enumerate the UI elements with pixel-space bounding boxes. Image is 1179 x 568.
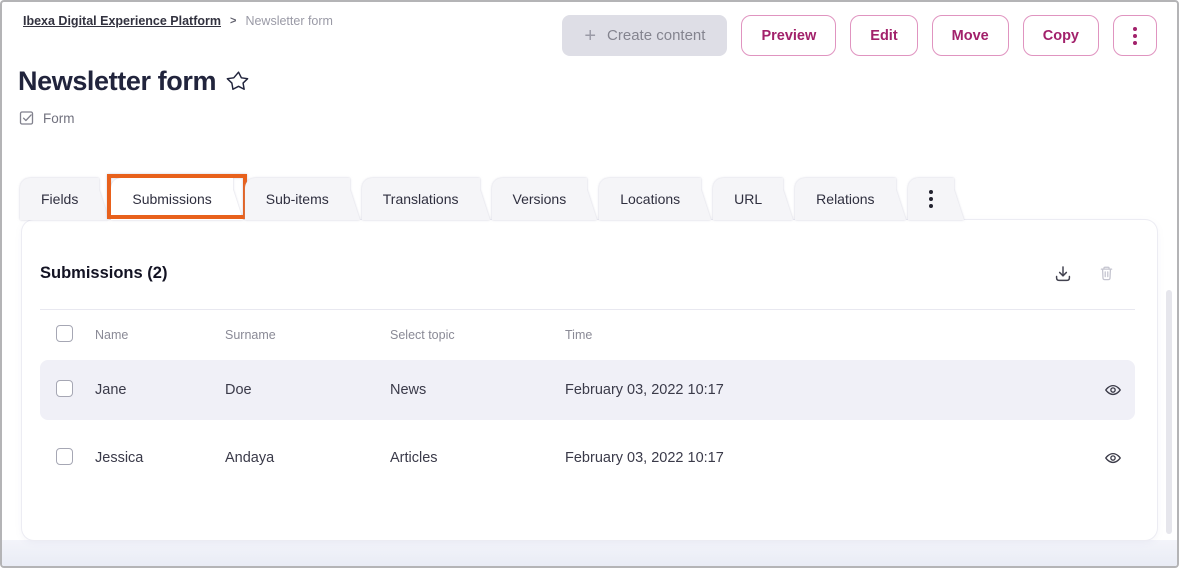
row-checkbox[interactable] bbox=[56, 380, 73, 397]
download-icon bbox=[1054, 265, 1072, 283]
app-window: Ibexa Digital Experience Platform > News… bbox=[0, 0, 1179, 568]
submissions-panel: Submissions (2) bbox=[22, 220, 1157, 540]
column-header-surname: Surname bbox=[225, 328, 390, 342]
plus-icon: + bbox=[584, 26, 596, 46]
scrollbar[interactable] bbox=[1166, 290, 1172, 534]
page-title: Newsletter form bbox=[18, 66, 216, 97]
trash-icon bbox=[1098, 265, 1115, 282]
table-row[interactable]: Jessica Andaya Articles February 03, 202… bbox=[40, 428, 1135, 488]
tab-more[interactable] bbox=[908, 178, 954, 220]
tab-fields[interactable]: Fields bbox=[20, 178, 99, 220]
tab-submissions[interactable]: Submissions bbox=[111, 178, 232, 220]
table-header-row: Name Surname Select topic Time bbox=[40, 309, 1135, 360]
kebab-icon bbox=[1133, 27, 1137, 45]
eye-icon bbox=[1104, 449, 1122, 467]
tab-relations[interactable]: Relations bbox=[795, 178, 895, 220]
cell-time: February 03, 2022 10:17 bbox=[565, 382, 1091, 398]
tab-locations[interactable]: Locations bbox=[599, 178, 701, 220]
tab-sub-items[interactable]: Sub-items bbox=[245, 178, 350, 220]
row-checkbox[interactable] bbox=[56, 448, 73, 465]
create-content-button[interactable]: + Create content bbox=[562, 15, 727, 56]
breadcrumb-separator: > bbox=[230, 15, 236, 27]
content-type-label: Form bbox=[43, 111, 75, 126]
cell-time: February 03, 2022 10:17 bbox=[565, 450, 1091, 466]
checkbox-check-icon bbox=[19, 110, 35, 126]
select-all-checkbox[interactable] bbox=[56, 325, 73, 342]
content-type: Form bbox=[19, 110, 75, 126]
breadcrumb-current: Newsletter form bbox=[245, 14, 333, 28]
download-button[interactable] bbox=[1054, 265, 1072, 283]
more-tabs-icon bbox=[929, 190, 933, 208]
delete-button[interactable] bbox=[1098, 265, 1115, 282]
breadcrumb-root-link[interactable]: Ibexa Digital Experience Platform bbox=[23, 14, 221, 28]
copy-button[interactable]: Copy bbox=[1023, 15, 1099, 56]
cell-topic: Articles bbox=[390, 450, 565, 466]
cell-topic: News bbox=[390, 382, 565, 398]
cell-name: Jane bbox=[95, 382, 225, 398]
column-header-time: Time bbox=[565, 328, 1091, 342]
column-header-topic: Select topic bbox=[390, 328, 565, 342]
submissions-table: Name Surname Select topic Time Jane Doe … bbox=[40, 309, 1135, 488]
page-bottom-band bbox=[2, 540, 1177, 566]
view-submission-button[interactable] bbox=[1104, 381, 1122, 399]
tab-translations[interactable]: Translations bbox=[362, 178, 480, 220]
tab-url[interactable]: URL bbox=[713, 178, 783, 220]
eye-icon bbox=[1104, 381, 1122, 399]
create-content-label: Create content bbox=[607, 27, 705, 44]
breadcrumb: Ibexa Digital Experience Platform > News… bbox=[23, 14, 333, 28]
page-header: Newsletter form bbox=[18, 66, 251, 97]
more-actions-button[interactable] bbox=[1113, 15, 1157, 56]
tab-bar: Fields Submissions Sub-items Translation… bbox=[20, 178, 966, 220]
column-header-name: Name bbox=[95, 328, 225, 342]
submissions-heading: Submissions (2) bbox=[40, 264, 167, 283]
bookmark-star-icon[interactable] bbox=[225, 69, 251, 95]
view-submission-button[interactable] bbox=[1104, 449, 1122, 467]
edit-button[interactable]: Edit bbox=[850, 15, 917, 56]
move-button[interactable]: Move bbox=[932, 15, 1009, 56]
cell-name: Jessica bbox=[95, 450, 225, 466]
tab-versions[interactable]: Versions bbox=[492, 178, 588, 220]
table-row[interactable]: Jane Doe News February 03, 2022 10:17 bbox=[40, 360, 1135, 420]
preview-button[interactable]: Preview bbox=[741, 15, 836, 56]
cell-surname: Andaya bbox=[225, 450, 390, 466]
cell-surname: Doe bbox=[225, 382, 390, 398]
toolbar: + Create content Preview Edit Move Copy bbox=[562, 15, 1157, 56]
